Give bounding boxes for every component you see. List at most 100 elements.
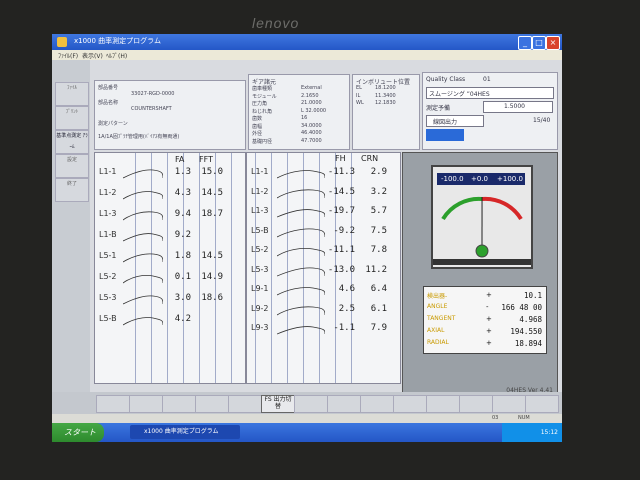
gear-spec-label: モジュール [252, 93, 277, 100]
gear-spec-value: L 32.0000 [301, 107, 327, 114]
quality-class-label: Quality Class [426, 76, 466, 83]
function-key-button[interactable] [360, 395, 394, 413]
function-key-button[interactable] [393, 395, 427, 413]
function-key-button[interactable] [162, 395, 196, 413]
gear-spec-value: 2.1650 [301, 92, 319, 99]
gauge-panel: -100.0 +0.0 +100.0 検出器- +10.1 ANGLE - 166 48… [402, 152, 558, 398]
crn-value: 7.5 [370, 225, 387, 236]
window-title: x1000 曲率測定プログラム [74, 37, 161, 45]
header-fft: FFT [199, 155, 213, 164]
menu-view[interactable]: 表示(V) [82, 51, 103, 60]
left-row-label: L5-B [99, 314, 117, 323]
function-key-button[interactable] [459, 395, 493, 413]
function-key-button[interactable] [228, 395, 262, 413]
gear-spec-value: 16 [301, 115, 308, 121]
measure-value: 1.5000 [504, 103, 525, 110]
involute-panel: インボリュート位置 EL 18.1200 IL 11.3400 WL 12.1830 [352, 74, 420, 150]
fa-value: 3.0 [174, 293, 191, 303]
function-key-button[interactable] [492, 395, 526, 413]
readout-label: ANGLE [427, 303, 448, 310]
menu-help[interactable]: ﾍﾙﾌﾟ(H) [106, 51, 127, 60]
crn-value: 6.4 [370, 284, 387, 294]
fh-value: -11.1 [327, 245, 355, 255]
quality-panel: Quality Class 01 スムージング ”04HES 測定予備 1.50… [422, 72, 558, 150]
readout-label: RADIAL [427, 339, 449, 346]
function-key-button[interactable] [129, 395, 163, 413]
fft-value: 14.9 [201, 272, 223, 282]
settings-button[interactable]: 設定 [55, 154, 89, 178]
fft-value: 18.7 [201, 209, 223, 219]
gauge-max-label: +100.0 [497, 175, 523, 183]
right-row-label: L9-3 [251, 323, 269, 332]
involute-value: 12.1830 [375, 100, 396, 106]
readout-label: 検出器- [427, 293, 448, 300]
function-key-button[interactable] [195, 395, 229, 413]
pattern-value: 1A/1A固ﾌﾟﾗﾁ管理用(ﾊﾞｲｱｽ有無両通) [98, 134, 180, 140]
crn-value: 6.1 [370, 303, 387, 314]
fa-value: 4.3 [174, 188, 191, 198]
involute-label: IL [356, 92, 361, 99]
app-icon [57, 37, 67, 47]
gauge-pivot-icon [475, 244, 489, 258]
header-fh: FH [335, 154, 346, 163]
lead-curve [276, 302, 326, 316]
measure-field[interactable]: 1.5000 [483, 101, 553, 113]
fa-value: 4.2 [174, 314, 191, 324]
progress-bar [426, 129, 464, 141]
right-row-label: L1-1 [251, 167, 269, 176]
quality-class-value: 01 [483, 76, 491, 83]
fh-value: -9.2 [333, 225, 355, 236]
chart-grid-line [167, 153, 168, 383]
file-button[interactable]: ﾌｧｲﾙ [55, 82, 89, 106]
lead-curve [276, 263, 326, 277]
fh-value: -11.3 [327, 167, 355, 177]
fa-value: 1.3 [174, 167, 191, 177]
left-row-label: L1-2 [99, 188, 117, 197]
taskbar-app-item[interactable]: x1000 曲率測定プログラム [130, 425, 240, 439]
gear-spec-label: 歯幅 [252, 123, 263, 130]
crn-value: 5.7 [370, 206, 387, 216]
smoothing-field[interactable]: スムージング ”04HES [426, 87, 554, 99]
gear-spec-value: 47.7000 [301, 137, 322, 144]
function-key-button[interactable] [294, 395, 328, 413]
function-key-button[interactable] [96, 395, 130, 413]
close-button[interactable]: × [546, 36, 560, 50]
profile-curve [122, 186, 164, 200]
taskbar: スタート x1000 曲率測定プログラム 15:12 [52, 423, 562, 442]
function-key-button[interactable] [426, 395, 460, 413]
menu-file[interactable]: ﾌｧｲﾙ(F) [58, 51, 78, 60]
screen: x1000 曲率測定プログラム _ □ × ﾌｧｲﾙ(F) 表示(V) ﾍﾙﾌﾟ… [52, 34, 562, 442]
right-row-label: L1-2 [251, 186, 269, 196]
fs-output-toggle-button[interactable]: FS 出力切替 [261, 395, 295, 413]
crn-value: 7.9 [370, 323, 387, 333]
start-button[interactable]: スタート [52, 423, 104, 442]
part-info-panel: 部品番号 33027-RGD-0000 部品名称 COUNTERSHAFT 測定… [94, 80, 246, 150]
chart-output-button[interactable]: 線図出力 [426, 115, 484, 127]
readout-value: 18.894 [514, 339, 542, 348]
function-key-button[interactable] [525, 395, 559, 413]
profile-curve [122, 228, 164, 242]
crn-value: 7.8 [370, 245, 387, 255]
readout-label: AXIAL [427, 327, 445, 334]
gauge-dial-svg [433, 196, 531, 265]
fa-value: 1.8 [174, 251, 191, 261]
fh-value: 2.5 [338, 303, 355, 314]
left-row-label: L1-1 [99, 167, 117, 176]
fh-value: -19.7 [327, 206, 355, 216]
readout-value: 194.550 [510, 327, 542, 336]
window-titlebar: x1000 曲率測定プログラム _ □ × [52, 34, 562, 50]
minimize-button[interactable]: _ [518, 36, 532, 50]
gear-spec-value: 46.4000 [301, 130, 322, 136]
function-key-button[interactable] [327, 395, 361, 413]
part-name-value: COUNTERSHAFT [131, 106, 172, 112]
readout-value: 4.968 [519, 315, 542, 324]
profile-curve [122, 207, 164, 221]
profile-curve [122, 291, 164, 305]
maximize-button[interactable]: □ [532, 36, 546, 50]
page-counter: 15/40 [533, 117, 551, 124]
print-button[interactable]: ﾌﾟﾘﾝﾄ [55, 106, 89, 130]
gauge-scale: -100.0 +0.0 +100.0 [437, 173, 525, 185]
reference-alarm-button[interactable]: 基準点測定 ｱﾗｰﾑ [55, 130, 89, 154]
center-divider [245, 153, 247, 383]
exit-button[interactable]: 終了 [55, 178, 89, 202]
